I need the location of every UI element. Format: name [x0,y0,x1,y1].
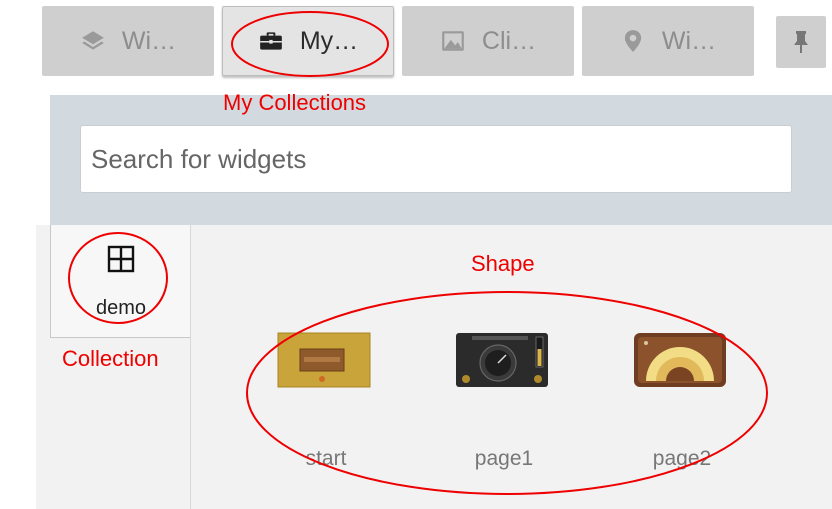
widget-label: start [305,447,347,470]
tab-label: My… [299,26,359,55]
grid-icon [107,245,135,273]
widget-tab-bar: Wi… My… Cli… Wi… [36,0,832,95]
tab-label: Wi… [661,26,717,55]
divider [190,225,191,509]
widget-label: page2 [652,447,712,470]
widget-thumbnail-page2[interactable] [632,331,728,389]
pin-button[interactable] [776,16,826,68]
annotation-shape: Shape [471,251,535,276]
tab-my-collections[interactable]: My… [222,6,394,76]
annotation-collection: Collection [62,346,159,371]
image-icon [442,31,464,51]
search-input[interactable] [80,125,792,193]
widget-thumbnail-start[interactable] [276,331,372,389]
tab-clipart[interactable]: Cli… [402,6,574,76]
tab-label: Wi… [121,26,177,55]
tab-label: Cli… [481,26,537,55]
pin-icon [794,31,808,53]
collection-item-demo[interactable]: demo [50,225,191,338]
widget-label: page1 [474,447,534,470]
collection-label: demo [95,297,147,319]
briefcase-icon [259,32,282,50]
widget-thumbnail-page1[interactable] [454,331,550,389]
map-pin-icon [624,30,642,52]
annotation-my-collections: My Collections [223,90,367,115]
tab-widgets-library[interactable]: Wi… [42,6,214,76]
tab-widgets-map[interactable]: Wi… [582,6,754,76]
search-panel [50,95,832,225]
layers-icon [82,31,104,50]
